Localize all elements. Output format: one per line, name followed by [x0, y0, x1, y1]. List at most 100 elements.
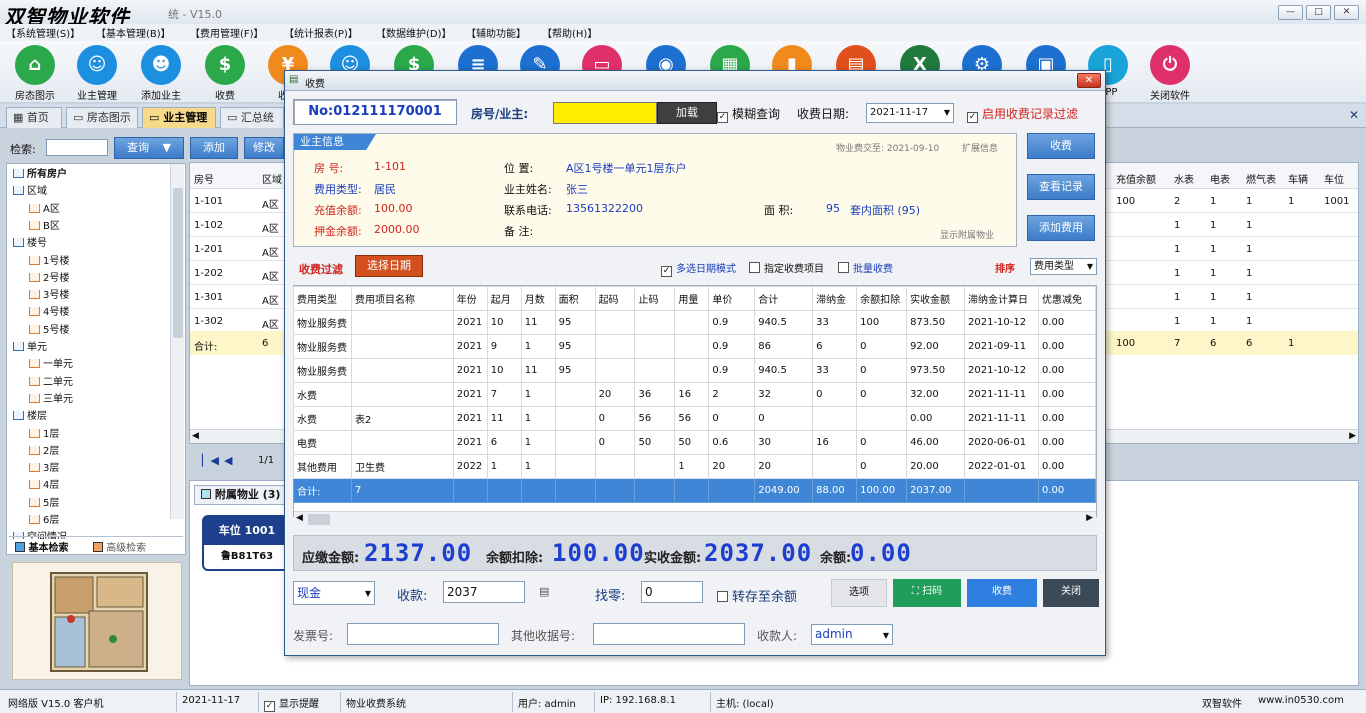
enable-filter-checkbox[interactable]: ✓ 启用收费记录过滤 [967, 105, 1078, 123]
menu-aux[interactable]: 【辅助功能】 [466, 25, 526, 40]
close-tab-icon[interactable]: ✕ [1349, 108, 1359, 122]
scroll-left-icon[interactable]: ◀ [296, 513, 303, 523]
tab-room-map[interactable]: ▭ 房态图示 [66, 107, 138, 128]
tree-node[interactable]: B区 [29, 218, 60, 235]
query-button[interactable]: 查询 ▼ [114, 137, 184, 159]
add-button[interactable]: 添加 [190, 137, 238, 159]
prev-page-button[interactable]: ◀ [224, 454, 232, 467]
tree-node[interactable]: 5层 [29, 495, 59, 512]
toolbar-button-power[interactable]: ⏻ 关闭软件 [1140, 41, 1200, 102]
menu-data[interactable]: 【数据维护(D)】 [376, 25, 452, 40]
scroll-left-icon[interactable]: ◀ [192, 431, 199, 441]
maximize-button[interactable]: □ [1306, 5, 1331, 20]
change-input[interactable]: 0 [641, 581, 703, 603]
menu-basic[interactable]: 【基本管理(B)】 [96, 25, 171, 40]
close-window-button[interactable]: ✕ [1334, 5, 1359, 20]
menu-fee[interactable]: 【费用管理(F)】 [190, 25, 264, 40]
tree-node[interactable]: 2号楼 [29, 270, 69, 287]
room-owner-input[interactable] [553, 102, 657, 124]
expand-info-link[interactable]: 扩展信息 [962, 141, 998, 154]
tree-node[interactable]: 区域 [13, 183, 47, 200]
view-records-button[interactable]: 查看记录 [1027, 174, 1095, 200]
receive-input[interactable]: 2037 [443, 581, 525, 603]
show-reminder-checkbox[interactable]: ✓ 显示提醒 [264, 695, 319, 712]
save-to-balance-checkbox[interactable]: 转存至余额 [717, 586, 797, 605]
tree-node[interactable]: 4层 [29, 477, 59, 494]
tree-node[interactable]: 二单元 [29, 374, 73, 391]
charge-button[interactable]: 收费 [967, 579, 1037, 607]
fee-row[interactable]: 电费 2021 6 1 0 50 50 0.6 30 16 0 46.00 2020-06-01 0.00 [293, 430, 1097, 455]
menu-help[interactable]: 【帮助(H)】 [542, 25, 597, 40]
scroll-right-icon[interactable]: ▶ [1349, 431, 1356, 441]
fee-row[interactable]: 其他费用 卫生费 2022 1 1 1 20 20 0 20.00 2022-01-01 0.00 [293, 454, 1097, 479]
toolbar-button-users[interactable]: ☺ 业主管理 [67, 41, 127, 102]
dialog-close-button[interactable]: ✕ [1077, 73, 1101, 88]
close-button[interactable]: 关闭 [1043, 579, 1099, 607]
tree-node[interactable]: 3号楼 [29, 287, 69, 304]
batch-charge-checkbox[interactable]: 批量收费 [838, 260, 893, 275]
menu-system[interactable]: 【系统管理(S)】 [6, 25, 80, 40]
parking-card[interactable]: 车位 1001 鲁B81T63 [202, 515, 292, 571]
tree-node[interactable]: 1号楼 [29, 253, 69, 270]
tree-node[interactable]: 6层 [29, 512, 59, 529]
tree-node[interactable]: 楼号 [13, 235, 47, 252]
sort-select[interactable]: 费用类型 ▼ [1030, 258, 1097, 275]
scan-button[interactable]: ⛶ 扫码 [893, 579, 961, 607]
fuzzy-query-checkbox[interactable]: ✓ 模糊查询 [717, 105, 780, 123]
tree-node[interactable]: 三单元 [29, 391, 73, 408]
tree-scrollbar[interactable] [170, 164, 184, 519]
side-charge-button[interactable]: 收费 [1027, 133, 1095, 159]
tree-node[interactable]: 2层 [29, 443, 59, 460]
fee-row[interactable]: 水费 表2 2021 11 1 0 56 56 0 0 0.00 2021-11-11 0.00 [293, 406, 1097, 431]
toolbar-button-house[interactable]: ⌂ 房态图示 [5, 41, 65, 102]
attached-tab[interactable]: 附属物业 (3) [194, 485, 288, 505]
tree-node[interactable]: 3层 [29, 460, 59, 477]
tree-node[interactable]: 楼层 [13, 408, 47, 425]
menu-report[interactable]: 【统计报表(P)】 [284, 25, 358, 40]
calculator-icon[interactable]: ▤ [539, 585, 549, 598]
tab-home[interactable]: ▦ 首页 [6, 107, 62, 128]
search-input[interactable] [46, 139, 108, 156]
tree-node-label: 1号楼 [43, 255, 70, 267]
tree-node[interactable]: 单元 [13, 339, 47, 356]
options-button[interactable]: 选项 [831, 579, 887, 607]
first-page-button[interactable]: ▏◀ [202, 454, 219, 467]
charge-date-picker[interactable]: 2021-11-17 ▼ [866, 103, 954, 123]
tree-node[interactable]: 所有房户 [13, 166, 67, 183]
fee-sum-row[interactable]: 合计: 7 2049.00 88.00 100.00 2037.00 0.00 [293, 478, 1097, 503]
fee-cell: 11 [486, 406, 522, 431]
toolbar-button-dollar[interactable]: $ 收费 [195, 41, 255, 102]
select-date-button[interactable]: 选择日期 [355, 255, 423, 277]
tab-owner-mgmt[interactable]: ▭ 业主管理 [142, 107, 216, 128]
show-attached-link[interactable]: 显示附属物业 [940, 228, 994, 241]
scroll-right-icon[interactable]: ▶ [1086, 513, 1093, 523]
tree-node[interactable]: 1层 [29, 426, 59, 443]
add-fee-button[interactable]: 添加费用 [1027, 215, 1095, 241]
fee-cell: 20 [754, 454, 814, 479]
tree-node[interactable]: 5号楼 [29, 322, 69, 339]
load-button[interactable]: 加载 [657, 102, 717, 124]
fee-row[interactable]: 物业服务费 2021 10 11 95 0.9 940.5 33 0 973.50 2021-10-… [293, 358, 1097, 383]
multi-date-checkbox[interactable]: ✓ 多选日期模式 [661, 260, 736, 277]
tree-node-label: 3号楼 [43, 290, 70, 302]
tree-node[interactable]: 4号楼 [29, 304, 69, 321]
specified-items-checkbox[interactable]: 指定收费项目 [749, 260, 824, 275]
fee-row[interactable]: 物业服务费 2021 10 11 95 0.9 940.5 33 100 873.50 2021-1… [293, 310, 1097, 335]
other-receipt-input[interactable] [593, 623, 745, 645]
advanced-search-tab[interactable]: 高级检索 [93, 539, 146, 554]
edit-button[interactable]: 修改 [244, 137, 284, 159]
tree-node[interactable]: A区 [29, 201, 60, 218]
basic-search-tab[interactable]: 基本检索 [15, 539, 68, 554]
payment-method-select[interactable]: 现金 ▼ [293, 581, 375, 605]
fee-row[interactable]: 物业服务费 2021 9 1 95 0.9 86 6 0 92.00 2021-09-11 0.00 [293, 334, 1097, 359]
minimize-button[interactable]: — [1278, 5, 1303, 20]
payee-select[interactable]: admin ▼ [811, 624, 893, 645]
toolbar-button-user-add[interactable]: ☻ 添加业主 [131, 41, 191, 102]
tab-summary[interactable]: ▭ 汇总统计 [220, 107, 284, 128]
tree-scrollbar-thumb[interactable] [173, 188, 183, 338]
fee-scroll-thumb[interactable] [308, 514, 330, 525]
fee-table-hscrollbar[interactable]: ◀ ▶ [294, 511, 1096, 527]
invoice-input[interactable] [347, 623, 499, 645]
fee-row[interactable]: 水费 2021 7 1 20 36 16 2 32 0 0 32.00 2021-11-11 0.00 [293, 382, 1097, 407]
tree-node[interactable]: 一单元 [29, 356, 73, 373]
